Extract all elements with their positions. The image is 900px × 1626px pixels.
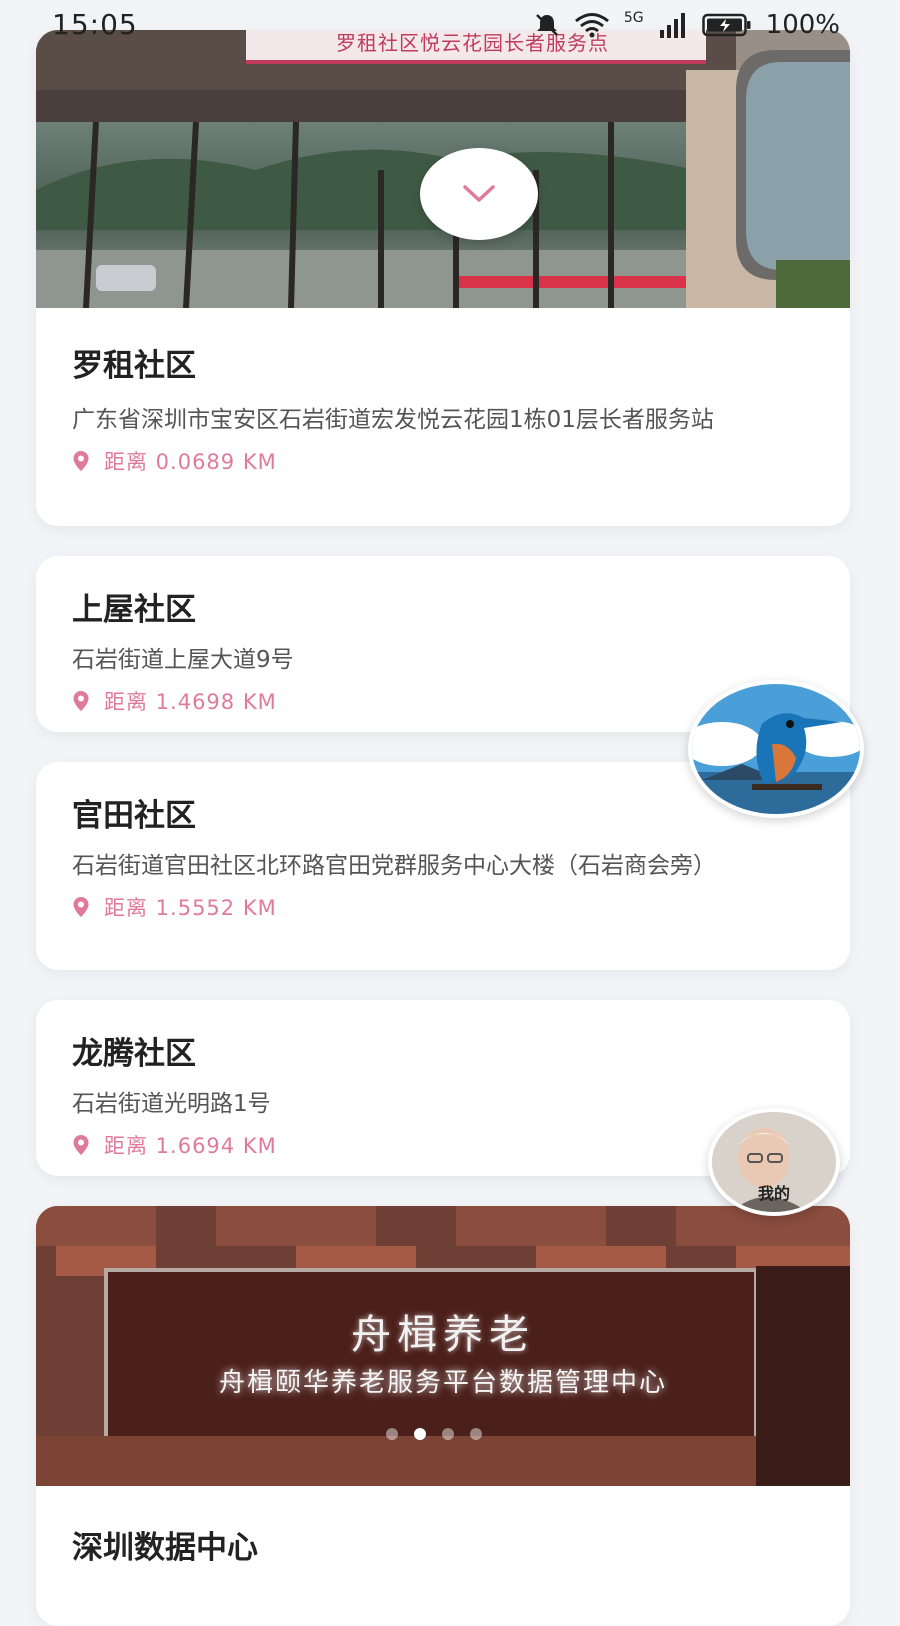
community-name: 深圳数据中心: [72, 1530, 258, 1566]
carousel-dot[interactable]: [470, 1428, 482, 1440]
collapse-button[interactable]: [420, 148, 538, 240]
community-address: 石岩街道上屋大道9号: [72, 647, 294, 673]
mine-float-button[interactable]: 我的: [708, 1108, 840, 1216]
status-bar: 15:05 5G 100%: [0, 0, 900, 54]
location-pin-icon: [73, 451, 89, 471]
distance-text: 距离 0.0689 KM: [104, 450, 277, 474]
community-name: 罗租社区: [72, 348, 196, 384]
photo-sign-main: 舟楫养老: [351, 1312, 535, 1358]
signal-icon: [659, 13, 685, 38]
battery-percent: 100%: [765, 10, 840, 40]
community-name: 上屋社区: [72, 592, 196, 628]
carousel-dot[interactable]: [386, 1428, 398, 1440]
community-address: 石岩街道官田社区北环路官田党群服务中心大楼（石岩商会旁）: [72, 853, 716, 879]
distance-row: 距离 0.0689 KM: [72, 446, 814, 476]
community-name: 官田社区: [72, 798, 196, 834]
status-icons: 5G 100%: [534, 10, 840, 40]
community-name: 龙腾社区: [72, 1036, 196, 1072]
photo-carousel[interactable]: 舟楫养老 舟楫颐华养老服务平台数据管理中心: [36, 1206, 850, 1486]
status-time: 15:05: [52, 8, 138, 41]
photo-sign-sub: 舟楫颐华养老服务平台数据管理中心: [218, 1368, 667, 1398]
kingfisher-avatar: [692, 684, 860, 814]
battery-icon: [701, 13, 751, 37]
network-type: 5G: [623, 10, 644, 26]
distance-text: 距离 1.4698 KM: [104, 690, 277, 714]
carousel-dot-active[interactable]: [414, 1428, 426, 1440]
community-address: 石岩街道光明路1号: [72, 1091, 271, 1117]
assistant-float-button[interactable]: [688, 680, 864, 818]
distance-text: 距离 1.6694 KM: [104, 1134, 277, 1158]
distance-text: 距离 1.5552 KM: [104, 896, 277, 920]
location-pin-icon: [73, 1135, 89, 1155]
distance-row: 距离 1.5552 KM: [72, 892, 814, 922]
location-pin-icon: [73, 897, 89, 917]
wifi-icon: [574, 13, 609, 38]
community-card[interactable]: 罗租社区悦云花园长者服务点 罗租社区 广东省深圳市宝安区石岩街道宏发悦云花园1栋…: [36, 30, 850, 526]
carousel-indicator: [386, 1428, 482, 1440]
mute-icon: [536, 14, 558, 36]
mine-label: 我的: [757, 1184, 790, 1203]
community-address: 广东省深圳市宝安区石岩街道宏发悦云花园1栋01层长者服务站: [72, 407, 714, 433]
distance-row: 距离 1.6694 KM: [72, 1130, 814, 1160]
carousel-dot[interactable]: [442, 1428, 454, 1440]
chevron-down-icon: [463, 185, 495, 202]
community-card[interactable]: 舟楫养老 舟楫颐华养老服务平台数据管理中心 深圳数据中心: [36, 1206, 850, 1626]
location-pin-icon: [73, 691, 89, 711]
